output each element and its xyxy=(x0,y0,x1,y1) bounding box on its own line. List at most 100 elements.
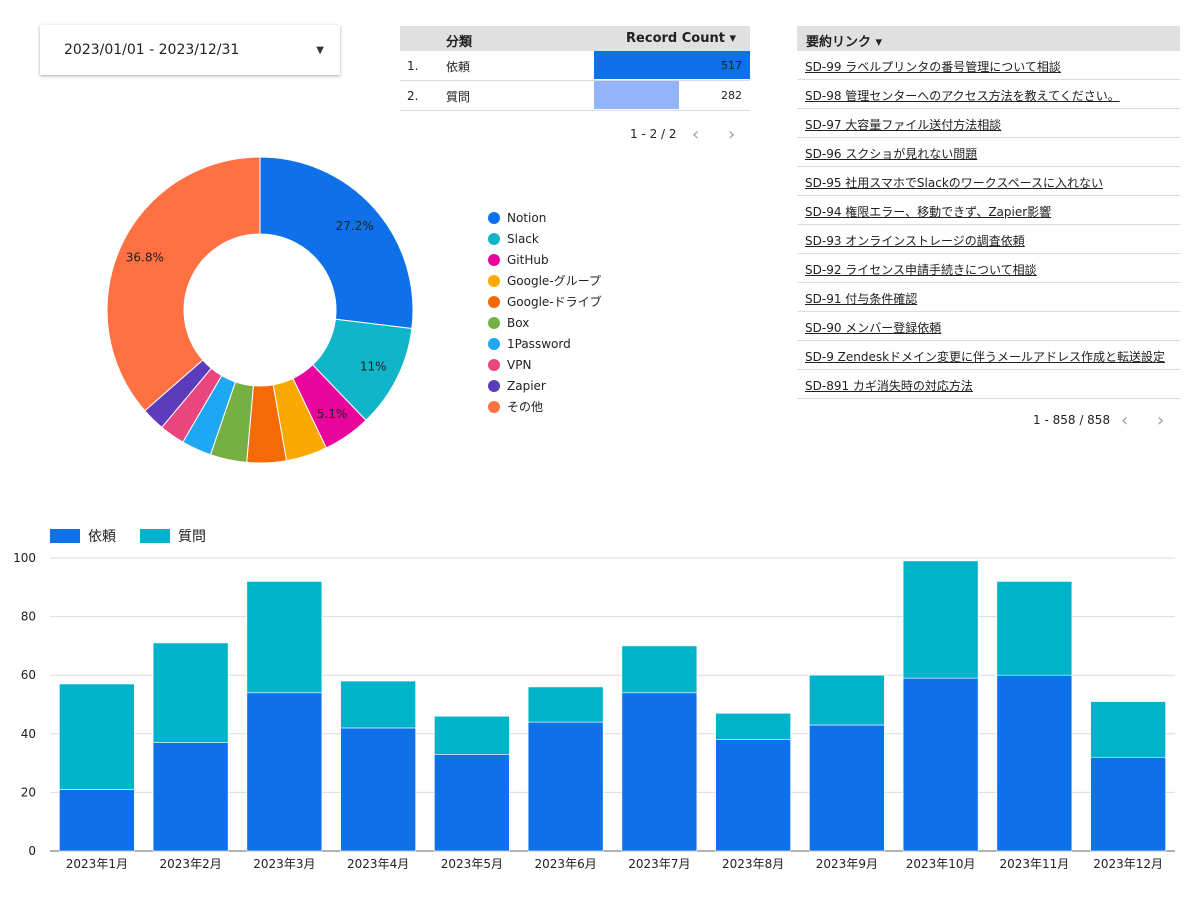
donut-slice-9[interactable] xyxy=(106,156,261,412)
y-tick-label: 60 xyxy=(21,668,36,682)
bar-segment-依頼[interactable] xyxy=(809,724,885,852)
y-tick-label: 0 xyxy=(28,844,36,858)
bar-segment-依頼[interactable] xyxy=(340,727,416,852)
slice-percent-label: 11% xyxy=(360,360,387,374)
bar-segment-質問[interactable] xyxy=(1090,701,1166,758)
bar-segment-依頼[interactable] xyxy=(152,742,229,852)
bar-segment-依頼[interactable] xyxy=(902,677,979,852)
legend-item[interactable]: Google-ドライブ xyxy=(488,291,602,312)
value-bar xyxy=(594,81,680,109)
legend-dot-icon xyxy=(488,400,500,413)
summary-link[interactable]: SD-98 管理センターへのアクセス方法を教えてください。 xyxy=(805,87,1120,104)
legend-label: Google-ドライブ xyxy=(507,295,602,309)
bar-segment-依頼[interactable] xyxy=(996,674,1073,852)
bar-segment-質問[interactable] xyxy=(996,581,1073,676)
bar-segment-質問[interactable] xyxy=(434,715,510,755)
chevron-left-icon[interactable]: ‹ xyxy=(1121,410,1128,431)
legend-dot-icon xyxy=(488,316,500,329)
summary-link[interactable]: SD-91 付与条件確認 xyxy=(805,290,917,307)
legend-item[interactable]: 1Password xyxy=(488,333,602,354)
summary-link[interactable]: SD-96 スクショが見れない問題 xyxy=(805,145,977,162)
column-header-summary-link[interactable]: 要約リンク ▾ xyxy=(806,31,882,50)
slice-percent-label: 5.1% xyxy=(317,407,348,421)
table-row: SD-99 ラベルプリンタの番号管理について相談 xyxy=(797,51,1180,80)
x-tick-label: 2023年4月 xyxy=(347,857,409,871)
summary-table-header[interactable]: 要約リンク ▾ xyxy=(797,26,1180,51)
legend-label: Notion xyxy=(507,210,547,225)
y-tick-label: 80 xyxy=(21,610,36,624)
summary-link[interactable]: SD-93 オンラインストレージの調査依頼 xyxy=(805,232,1025,249)
donut-slice-0[interactable] xyxy=(259,156,414,330)
legend-item[interactable]: 依頼 xyxy=(50,526,116,546)
x-tick-label: 2023年1月 xyxy=(66,857,128,871)
legend-item[interactable]: GitHub xyxy=(488,249,602,270)
legend-item[interactable]: VPN xyxy=(488,354,602,375)
summary-link-table: 要約リンク ▾ SD-99 ラベルプリンタの番号管理について相談 SD-98 管理… xyxy=(797,26,1180,399)
bar-segment-依頼[interactable] xyxy=(715,739,791,852)
legend-swatch-icon xyxy=(140,529,170,543)
chevron-right-icon[interactable]: › xyxy=(728,124,735,145)
bar-segment-質問[interactable] xyxy=(59,683,135,790)
legend-item[interactable]: Slack xyxy=(488,228,602,249)
slice-percent-label: 27.2% xyxy=(336,219,374,233)
legend-dot-icon xyxy=(488,295,500,308)
legend-label: 依頼 xyxy=(88,529,116,545)
row-value: 282 xyxy=(721,89,742,102)
legend-label: Google-グループ xyxy=(507,274,601,288)
bar-segment-依頼[interactable] xyxy=(527,721,604,852)
bar-segment-質問[interactable] xyxy=(902,560,979,679)
legend-item[interactable]: Zapier xyxy=(488,375,602,396)
bar-segment-依頼[interactable] xyxy=(246,692,323,852)
row-value: 517 xyxy=(721,59,742,72)
x-tick-label: 2023年5月 xyxy=(441,857,503,871)
x-tick-label: 2023年12月 xyxy=(1093,857,1163,871)
y-tick-label: 20 xyxy=(21,785,36,799)
bar-segment-依頼[interactable] xyxy=(434,754,510,852)
legend-item[interactable]: Google-グループ xyxy=(488,270,602,291)
bar-segment-依頼[interactable] xyxy=(621,692,698,852)
legend-item[interactable]: Notion xyxy=(488,207,602,228)
chevron-right-icon[interactable]: › xyxy=(1157,410,1164,431)
x-tick-label: 2023年10月 xyxy=(906,857,976,871)
legend-dot-icon xyxy=(488,274,500,287)
bar-segment-質問[interactable] xyxy=(621,645,698,694)
x-tick-label: 2023年3月 xyxy=(253,857,315,871)
bar-segment-依頼[interactable] xyxy=(59,789,135,852)
summary-link[interactable]: SD-90 メンバー登録依頼 xyxy=(805,319,941,336)
x-tick-label: 2023年6月 xyxy=(535,857,597,871)
table-row: SD-97 大容量ファイル送付方法相談 xyxy=(797,109,1180,138)
legend-dot-icon xyxy=(488,358,500,371)
bar-segment-依頼[interactable] xyxy=(1090,756,1166,852)
bar-segment-質問[interactable] xyxy=(715,712,791,740)
legend-item[interactable]: 質問 xyxy=(140,526,206,546)
summary-link[interactable]: SD-891 カギ消失時の対応方法 xyxy=(805,377,973,394)
legend-label: GitHub xyxy=(507,252,549,267)
chevron-left-icon[interactable]: ‹ xyxy=(692,124,699,145)
legend-item[interactable]: その他 xyxy=(488,396,602,417)
bar-segment-質問[interactable] xyxy=(246,581,323,694)
legend-label: VPN xyxy=(507,357,532,372)
summary-link[interactable]: SD-99 ラベルプリンタの番号管理について相談 xyxy=(805,58,1061,75)
summary-link[interactable]: SD-95 社用スマホでSlackのワークスペースに入れない xyxy=(805,174,1103,191)
summary-link[interactable]: SD-92 ライセンス申請手続きについて相談 xyxy=(805,261,1037,278)
column-header-record-count[interactable]: Record Count ▾ xyxy=(626,31,736,46)
table-row: SD-92 ライセンス申請手続きについて相談 xyxy=(797,254,1180,283)
legend-item[interactable]: Box xyxy=(488,312,602,333)
legend-dot-icon xyxy=(488,337,500,350)
legend-swatch-icon xyxy=(50,529,80,543)
summary-link[interactable]: SD-9 Zendeskドメイン変更に伴うメールアドレス作成と転送設定 xyxy=(805,348,1165,365)
bar-segment-質問[interactable] xyxy=(809,674,885,726)
donut-chart: 27.2% 11% 5.1% 36.8% xyxy=(106,156,414,464)
x-tick-label: 2023年7月 xyxy=(628,857,690,871)
bar-segment-質問[interactable] xyxy=(527,686,604,723)
bar-segment-質問[interactable] xyxy=(152,642,229,743)
x-tick-label: 2023年2月 xyxy=(160,857,222,871)
y-tick-label: 40 xyxy=(21,727,36,741)
summary-link[interactable]: SD-94 権限エラー、移動できず、Zapier影響 xyxy=(805,203,1051,220)
slice-percent-label: 36.8% xyxy=(126,251,164,265)
legend-label: Slack xyxy=(507,231,539,246)
bar-segment-質問[interactable] xyxy=(340,680,416,729)
summary-link[interactable]: SD-97 大容量ファイル送付方法相談 xyxy=(805,116,1001,133)
x-tick-label: 2023年8月 xyxy=(722,857,784,871)
table-row: SD-891 カギ消失時の対応方法 xyxy=(797,370,1180,399)
